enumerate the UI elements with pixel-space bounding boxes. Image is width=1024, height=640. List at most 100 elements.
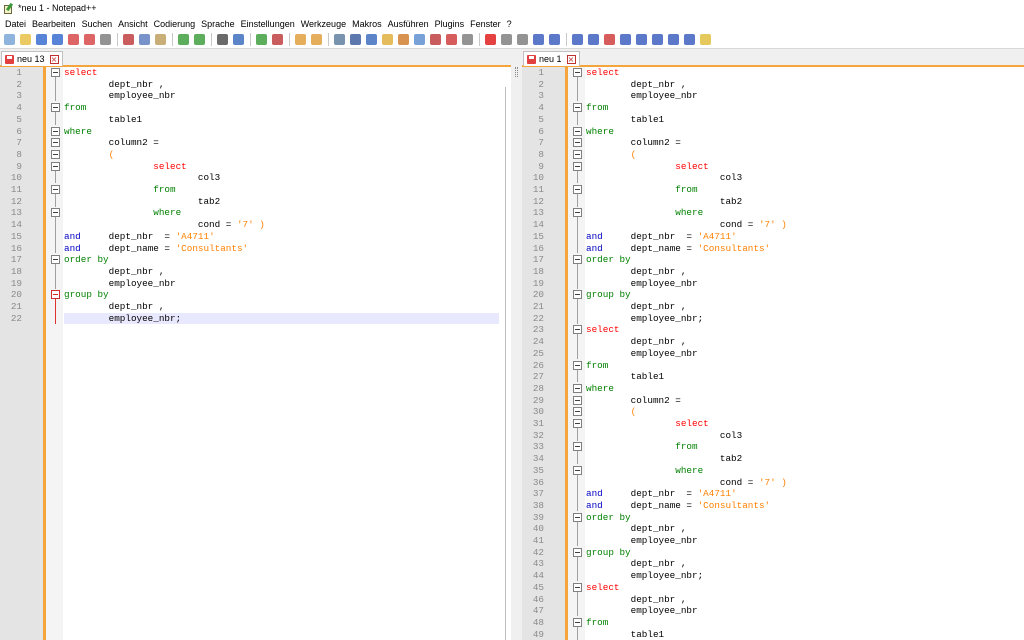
- code-line[interactable]: 14 cond = '7' ): [0, 219, 511, 231]
- first-diff-icon[interactable]: [618, 33, 633, 47]
- code-line[interactable]: 10 col3: [522, 172, 1024, 184]
- compare-panel-icon[interactable]: [586, 33, 601, 47]
- compare-icon[interactable]: [570, 33, 585, 47]
- code-line[interactable]: 40 dept_nbr ,: [522, 523, 1024, 535]
- code-line[interactable]: 16 and dept_name = 'Consultants': [522, 243, 1024, 255]
- paste-icon[interactable]: [153, 33, 168, 47]
- fold-collapse-icon[interactable]: [51, 290, 60, 300]
- tab-close-icon[interactable]: ×: [566, 54, 576, 64]
- fold-collapse-icon[interactable]: [573, 290, 582, 300]
- last-diff-icon[interactable]: [666, 33, 681, 47]
- code-line[interactable]: 19 employee_nbr: [522, 278, 1024, 290]
- sync-vertical-icon[interactable]: [293, 33, 308, 47]
- fold-collapse-icon[interactable]: [51, 208, 60, 218]
- code-line[interactable]: 31 select: [522, 418, 1024, 430]
- code-line[interactable]: 35 where: [522, 465, 1024, 477]
- code-line[interactable]: 25 employee_nbr: [522, 348, 1024, 360]
- macro-play-icon[interactable]: [515, 33, 530, 47]
- open-file-icon[interactable]: [18, 33, 33, 47]
- next-diff-icon[interactable]: [650, 33, 665, 47]
- fold-collapse-icon[interactable]: [573, 465, 582, 475]
- code-line[interactable]: 12 tab2: [0, 196, 511, 208]
- menu-item-help[interactable]: ?: [504, 19, 515, 29]
- fold-collapse-icon[interactable]: [51, 185, 60, 194]
- menu-item-einstellungen[interactable]: Einstellungen: [238, 19, 298, 29]
- code-line[interactable]: 11 from: [522, 184, 1024, 196]
- code-line[interactable]: 43 dept_nbr ,: [522, 558, 1024, 570]
- fold-collapse-icon[interactable]: [573, 138, 582, 148]
- fold-collapse-icon[interactable]: [51, 126, 60, 136]
- code-line[interactable]: 24 dept_nbr ,: [522, 336, 1024, 348]
- code-line[interactable]: 20 group by: [522, 289, 1024, 301]
- code-line[interactable]: 26 from: [522, 360, 1024, 372]
- sync-horizontal-icon[interactable]: [309, 33, 324, 47]
- code-line[interactable]: 47 employee_nbr: [522, 605, 1024, 617]
- code-line[interactable]: 13 where: [522, 207, 1024, 219]
- code-line[interactable]: 17 order by: [0, 254, 511, 266]
- fold-collapse-icon[interactable]: [573, 547, 582, 557]
- show-all-chars-icon[interactable]: [348, 33, 363, 47]
- udl-icon[interactable]: [380, 33, 395, 47]
- fold-collapse-icon[interactable]: [573, 360, 582, 370]
- fold-collapse-icon[interactable]: [573, 325, 582, 335]
- code-line[interactable]: 32 col3: [522, 430, 1024, 442]
- code-line[interactable]: 37 and dept_nbr = 'A4711': [522, 488, 1024, 500]
- redo-icon[interactable]: [192, 33, 207, 47]
- macro-run-multiple-icon[interactable]: [531, 33, 546, 47]
- fold-collapse-icon[interactable]: [573, 442, 582, 452]
- menu-item-fenster[interactable]: Fenster: [467, 19, 504, 29]
- left-vertical-scrollbar[interactable]: [500, 67, 510, 640]
- code-line[interactable]: 27 table1: [522, 371, 1024, 383]
- code-line[interactable]: 18 dept_nbr ,: [0, 266, 511, 278]
- code-line[interactable]: 49 table1: [522, 629, 1024, 640]
- code-line[interactable]: 3 employee_nbr: [0, 90, 511, 102]
- code-line[interactable]: 36 cond = '7' ): [522, 477, 1024, 489]
- code-line[interactable]: 2 dept_nbr ,: [0, 79, 511, 91]
- macro-save-icon[interactable]: [547, 33, 562, 47]
- save-icon[interactable]: [34, 33, 49, 47]
- code-line[interactable]: 20 group by: [0, 289, 511, 301]
- fold-collapse-icon[interactable]: [573, 617, 582, 627]
- code-line[interactable]: 19 employee_nbr: [0, 278, 511, 290]
- prev-diff-icon[interactable]: [634, 33, 649, 47]
- view-splitter[interactable]: [511, 50, 522, 640]
- fold-collapse-icon[interactable]: [51, 255, 60, 265]
- menu-item-bearbeiten[interactable]: Bearbeiten: [29, 19, 79, 29]
- code-line[interactable]: 6 where: [522, 126, 1024, 138]
- menu-item-sprache[interactable]: Sprache: [198, 19, 238, 29]
- menu-item-suchen[interactable]: Suchen: [79, 19, 116, 29]
- fold-collapse-icon[interactable]: [51, 68, 60, 77]
- macro-record-icon[interactable]: [483, 33, 498, 47]
- code-line[interactable]: 30 (: [522, 406, 1024, 418]
- close-all-icon[interactable]: [82, 33, 97, 47]
- code-line[interactable]: 29 column2 =: [522, 395, 1024, 407]
- code-line[interactable]: 33 from: [522, 441, 1024, 453]
- word-wrap-icon[interactable]: [332, 33, 347, 47]
- fold-collapse-icon[interactable]: [573, 126, 582, 136]
- code-line[interactable]: 11 from: [0, 184, 511, 196]
- code-line[interactable]: 22 employee_nbr;: [0, 312, 511, 325]
- fold-collapse-icon[interactable]: [573, 582, 582, 592]
- compare-nav-icon[interactable]: [682, 33, 697, 47]
- cut-icon[interactable]: [121, 33, 136, 47]
- code-line[interactable]: 39 order by: [522, 512, 1024, 524]
- compare-diff-icon[interactable]: [602, 33, 617, 47]
- code-line[interactable]: 45 select: [522, 582, 1024, 594]
- indent-guide-icon[interactable]: [364, 33, 379, 47]
- code-line[interactable]: 5 table1: [0, 114, 511, 126]
- tab-close-icon[interactable]: ×: [49, 54, 59, 64]
- menu-item-datei[interactable]: Datei: [2, 19, 29, 29]
- fold-collapse-icon[interactable]: [573, 255, 582, 265]
- code-line[interactable]: 9 select: [0, 161, 511, 173]
- left-code-editor[interactable]: 1 select 2 dept_nbr ,3 employee_nbr 4 from 5 …: [0, 67, 511, 640]
- print-icon[interactable]: [98, 33, 113, 47]
- menu-item-ausf-hren[interactable]: Ausführen: [385, 19, 432, 29]
- undo-icon[interactable]: [176, 33, 191, 47]
- folder-workspace-icon[interactable]: [428, 33, 443, 47]
- macro-stop-icon[interactable]: [499, 33, 514, 47]
- zoom-out-icon[interactable]: [270, 33, 285, 47]
- new-file-icon[interactable]: [2, 33, 17, 47]
- fold-collapse-icon[interactable]: [573, 149, 582, 159]
- fold-collapse-icon[interactable]: [573, 161, 582, 171]
- code-line[interactable]: 15 and dept_nbr = 'A4711': [522, 231, 1024, 243]
